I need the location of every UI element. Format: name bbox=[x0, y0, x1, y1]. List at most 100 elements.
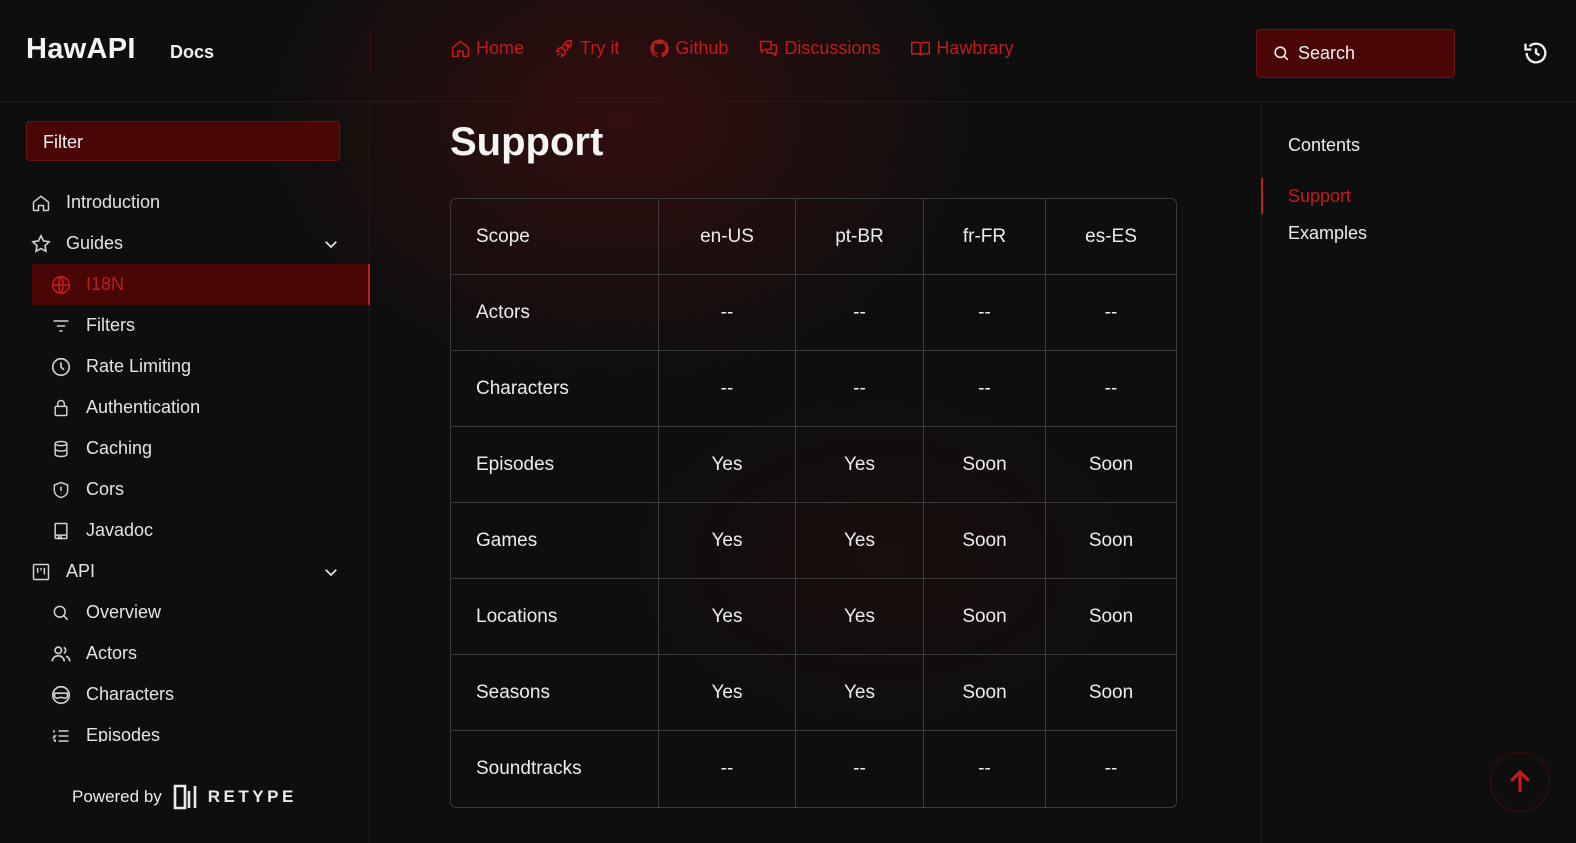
docs-label[interactable]: Docs bbox=[170, 42, 214, 63]
retype-logo-icon bbox=[173, 784, 197, 810]
database-icon bbox=[50, 438, 72, 460]
sidebar-item-caching[interactable]: Caching bbox=[0, 428, 370, 469]
table-header-cell: fr-FR bbox=[924, 199, 1046, 275]
chevron-down-icon[interactable] bbox=[322, 563, 340, 581]
sidebar-item-overview[interactable]: Overview bbox=[0, 592, 370, 633]
toc-item-examples[interactable]: Examples bbox=[1288, 223, 1367, 244]
powered-by-retype[interactable]: Powered by RETYPE bbox=[72, 783, 297, 811]
clock-icon bbox=[50, 356, 72, 378]
toc-active-indicator bbox=[1261, 178, 1263, 214]
sidebar-item-api[interactable]: API bbox=[0, 551, 370, 592]
table-cell: Soon bbox=[1046, 427, 1176, 503]
sidebar-item-label: Filters bbox=[86, 315, 135, 335]
table-cell: Episodes bbox=[451, 427, 659, 503]
table-cell: Characters bbox=[451, 351, 659, 427]
back-to-top-button[interactable] bbox=[1490, 752, 1550, 812]
sidebar-item-characters[interactable]: Characters bbox=[0, 674, 370, 715]
sidebar-item-label: Cors bbox=[86, 479, 125, 499]
table-cell: Yes bbox=[796, 579, 924, 655]
table-cell: -- bbox=[659, 351, 796, 427]
arrow-up-icon bbox=[1510, 769, 1530, 792]
sidebar-item-i18n[interactable]: I18N bbox=[32, 264, 370, 305]
table-cell: -- bbox=[1104, 758, 1118, 779]
powered-by-label: Powered by bbox=[72, 787, 162, 806]
table-cell: -- bbox=[924, 351, 1046, 427]
sidebar-item-filters[interactable]: Filters bbox=[0, 305, 370, 346]
nav-github-label: Github bbox=[675, 38, 729, 58]
sidebar-item-cors[interactable]: Cors bbox=[0, 469, 370, 510]
github-icon bbox=[650, 39, 670, 58]
sidebar-item-label: Authentication bbox=[86, 397, 201, 417]
search-input[interactable]: Search bbox=[1256, 29, 1455, 78]
table-cell: Yes bbox=[796, 503, 924, 579]
table-cell: -- bbox=[796, 275, 924, 351]
table-cell: Locations bbox=[451, 579, 659, 655]
sidebar-item-label: Javadoc bbox=[86, 520, 154, 540]
support-table: Scope en-US pt-BR fr-FR es-ES Actors -- … bbox=[450, 198, 1177, 808]
nav-home-link[interactable]: Home bbox=[450, 38, 524, 59]
nav-hawbrary-link[interactable]: Hawbrary bbox=[910, 38, 1013, 59]
sidebar-item-javadoc[interactable]: Javadoc bbox=[0, 510, 370, 551]
table-cell: Soon bbox=[1046, 503, 1176, 579]
toc-item-support[interactable]: Support bbox=[1288, 186, 1351, 207]
nav-github-link[interactable]: Github bbox=[649, 38, 728, 59]
sidebar-item-label: Introduction bbox=[66, 192, 161, 212]
sidebar-item-authentication[interactable]: Authentication bbox=[0, 387, 370, 428]
nav-tryit-link[interactable]: Try it bbox=[554, 38, 619, 59]
book-icon bbox=[50, 520, 72, 542]
table-row: Characters -- -- -- -- bbox=[451, 351, 1176, 427]
mask-icon bbox=[50, 684, 72, 706]
rocket-icon bbox=[555, 39, 573, 58]
top-nav: Home Try it Github Discussions Hawbrary bbox=[450, 38, 1043, 59]
table-row: Actors -- -- -- -- bbox=[451, 275, 1176, 351]
nav-hawbrary-label: Hawbrary bbox=[936, 38, 1014, 58]
nav-discussions-link[interactable]: Discussions bbox=[758, 38, 880, 59]
table-row: Seasons Yes Yes Soon Soon bbox=[451, 655, 1176, 731]
table-header-cell: en-US bbox=[659, 199, 796, 275]
search-placeholder: Search bbox=[1298, 43, 1356, 63]
table-cell: Seasons bbox=[451, 655, 659, 731]
table-cell: Yes bbox=[659, 503, 796, 579]
table-cell: Soon bbox=[1046, 655, 1176, 731]
table-cell: Yes bbox=[659, 427, 796, 503]
sidebar-item-label: API bbox=[66, 561, 96, 581]
table-cell: -- bbox=[659, 731, 796, 807]
table-header-cell: pt-BR bbox=[796, 199, 924, 275]
sidebar-item-guides[interactable]: Guides bbox=[0, 223, 370, 264]
sidebar-item-rate-limiting[interactable]: Rate Limiting bbox=[0, 346, 370, 387]
table-cell: Yes bbox=[796, 655, 924, 731]
search-icon bbox=[1274, 46, 1289, 61]
sidebar-item-label: Episodes bbox=[86, 725, 161, 742]
sidebar-item-label: Caching bbox=[86, 438, 153, 458]
sidebar-item-introduction[interactable]: Introduction bbox=[0, 182, 370, 223]
table-cell: -- bbox=[924, 275, 1046, 351]
sidebar-item-actors[interactable]: Actors bbox=[0, 633, 370, 674]
table-cell: Soon bbox=[924, 503, 1046, 579]
search-icon bbox=[50, 602, 72, 624]
home-icon bbox=[30, 192, 52, 214]
table-row: Games Yes Yes Soon Soon bbox=[451, 503, 1176, 579]
top-bar: HawAPI Docs Home Try it Github Discussio… bbox=[0, 0, 1576, 102]
sidebar-item-label: Rate Limiting bbox=[86, 356, 192, 376]
sidebar-item-episodes[interactable]: Episodes bbox=[0, 715, 370, 742]
lock-icon bbox=[50, 397, 72, 419]
table-row: Soundtracks -- -- -- -- bbox=[451, 731, 1176, 807]
table-cell: Soon bbox=[924, 655, 1046, 731]
project-icon bbox=[30, 561, 52, 583]
sidebar-item-label: Overview bbox=[86, 602, 162, 622]
brand-logo[interactable]: HawAPI bbox=[26, 33, 136, 66]
table-header-row: Scope en-US pt-BR fr-FR es-ES bbox=[451, 199, 1176, 275]
table-cell: -- bbox=[796, 731, 924, 807]
table-cell: Actors bbox=[451, 275, 659, 351]
table-cell: -- bbox=[924, 731, 1046, 807]
sidebar-item-label: Characters bbox=[86, 684, 175, 704]
filter-input[interactable]: Filter bbox=[26, 121, 340, 161]
sidebar-nav: Introduction Guides I18N Filters Rate Li… bbox=[0, 182, 370, 742]
history-icon[interactable] bbox=[1522, 39, 1550, 67]
table-of-contents: Contents Support Examples bbox=[1261, 102, 1576, 843]
sidebar-item-label: I18N bbox=[86, 274, 125, 294]
table-cell: Yes bbox=[659, 655, 796, 731]
filter-icon bbox=[50, 315, 72, 337]
table-header-cell: es-ES bbox=[1046, 199, 1176, 275]
chevron-down-icon[interactable] bbox=[322, 235, 340, 253]
